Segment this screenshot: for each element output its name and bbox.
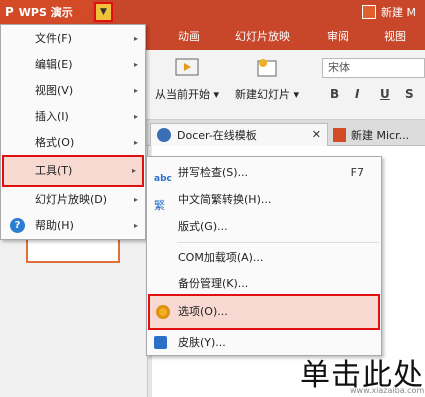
underline-button[interactable]: U [380, 87, 390, 101]
submenu-arrow-icon: ▸ [133, 195, 138, 204]
menu-item-format[interactable]: 格式(O) ▸ [2, 130, 144, 156]
submenu-arrow-icon: ▸ [133, 221, 138, 230]
spell-check-icon: abc [154, 174, 172, 184]
new-slide-button[interactable]: 新建幻灯片 ▾ [235, 56, 299, 102]
wps-logo-icon: P [5, 5, 14, 19]
menu-item-edit[interactable]: 编辑(E) ▸ [2, 52, 144, 78]
menu-item-help[interactable]: ? 帮助(H) ▸ [2, 213, 144, 239]
app-main-menu: 文件(F) ▸ 编辑(E) ▸ 视图(V) ▸ 插入(I) ▸ 格式(O) ▸ … [0, 24, 146, 240]
app-name: WPS 演示 [18, 6, 73, 19]
menu-item-insert[interactable]: 插入(I) ▸ [2, 104, 144, 130]
menu-item-label: 版式(G)... [178, 220, 228, 233]
app-menu-button[interactable]: P WPS 演示 [0, 0, 92, 24]
presentation-icon [362, 5, 376, 19]
new-slide-label: 新建幻灯片 ▾ [235, 88, 300, 101]
menu-separator [177, 242, 379, 243]
new-slide-icon [255, 56, 279, 80]
shortcut-label: F7 [350, 166, 364, 179]
tab-view[interactable]: 视图 [384, 24, 406, 50]
menu-item-label: 帮助(H) [35, 219, 74, 232]
font-name-select[interactable]: 宋体 [322, 58, 425, 78]
close-icon[interactable]: ✕ [312, 128, 321, 141]
menu-item-label: 工具(T) [35, 164, 73, 177]
chevron-down-icon: ▼ [100, 7, 107, 17]
menu-item-label: 视图(V) [35, 84, 74, 97]
from-current-label: 从当前开始 ▾ [155, 88, 220, 101]
app-menu-dropdown[interactable]: ▼ [94, 2, 113, 22]
menu-item-layout[interactable]: 版式(G)... [148, 214, 380, 240]
menu-item-label: 文件(F) [35, 32, 72, 45]
submenu-arrow-icon: ▸ [133, 112, 138, 121]
menu-item-label: COM加载项(A)... [178, 251, 264, 264]
menu-item-tools[interactable]: 工具(T) ▸ [2, 155, 144, 187]
menu-item-com-addins[interactable]: COM加载项(A)... [148, 245, 380, 271]
submenu-arrow-icon: ▸ [133, 34, 138, 43]
title-doc-tab[interactable]: 新建 M [362, 0, 425, 24]
bold-button[interactable]: B [330, 87, 339, 101]
menu-item-chinese-conversion[interactable]: 繁 中文简繁转换(H)... [148, 187, 380, 213]
strikethrough-button[interactable]: S [405, 87, 414, 101]
submenu-arrow-icon: ▸ [133, 138, 138, 147]
menu-item-label: 幻灯片放映(D) [35, 193, 108, 206]
menu-item-label: 拼写检查(S)... [178, 166, 249, 179]
tab-animation[interactable]: 动画 [178, 24, 200, 50]
menu-item-file[interactable]: 文件(F) ▸ [2, 26, 144, 52]
play-slide-icon [175, 56, 199, 80]
watermark-url: www.xiazaiba.com [350, 386, 425, 395]
title-doc-label: 新建 M [381, 6, 416, 19]
tab-review[interactable]: 审阅 [327, 24, 349, 50]
menu-item-label: 选项(O)... [178, 305, 228, 318]
submenu-arrow-icon: ▸ [133, 86, 138, 95]
menu-item-label: 插入(I) [35, 110, 69, 123]
italic-button[interactable]: I [355, 87, 359, 101]
menu-item-label: 中文简繁转换(H)... [178, 193, 272, 206]
menu-item-label: 编辑(E) [35, 58, 73, 71]
menu-item-label: 备份管理(K)... [178, 277, 249, 290]
from-current-button[interactable]: 从当前开始 ▾ [155, 56, 219, 102]
help-icon: ? [10, 218, 25, 233]
title-bar: P WPS 演示 ▼ 新建 M [0, 0, 425, 24]
presentation-tab-label: 新建 Micr... [351, 128, 410, 142]
tools-submenu: abc 拼写检查(S)... F7 繁 中文简繁转换(H)... 版式(G)..… [146, 156, 382, 356]
menu-item-options[interactable]: 选项(O)... [148, 294, 380, 330]
menu-item-slideshow[interactable]: 幻灯片放映(D) ▸ [2, 187, 144, 213]
presentation-tab[interactable]: 新建 Micr... [330, 123, 425, 146]
skin-icon [154, 336, 167, 349]
docer-tab-label: Docer-在线模板 [177, 129, 257, 142]
presentation-icon [333, 127, 346, 142]
docer-tab[interactable]: Docer-在线模板 ✕ [150, 123, 328, 146]
submenu-arrow-icon: ▸ [133, 60, 138, 69]
submenu-arrow-icon: ▸ [131, 166, 136, 175]
chinese-convert-icon: 繁 [154, 199, 165, 212]
menu-item-view[interactable]: 视图(V) ▸ [2, 78, 144, 104]
menu-item-spell-check[interactable]: abc 拼写检查(S)... F7 [148, 160, 380, 186]
menu-item-label: 皮肤(Y)... [178, 336, 226, 349]
tab-slideshow[interactable]: 幻灯片放映 [235, 24, 290, 50]
docer-icon [157, 128, 171, 142]
gear-icon [156, 305, 170, 319]
menu-item-label: 格式(O) [35, 136, 75, 149]
